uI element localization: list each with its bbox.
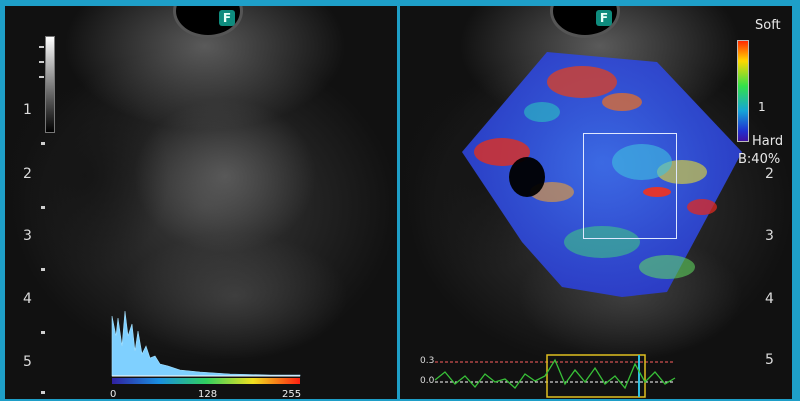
histogram-scale-mid: 128 [198, 389, 218, 399]
histogram-scale-max: 255 [282, 389, 302, 399]
histogram-icon: 0 128 255 [110, 306, 302, 399]
depth-tick [41, 391, 45, 394]
graph-label-upper: 0.3 [420, 356, 435, 366]
depth-label: 1 [23, 102, 32, 118]
depth-label: 5 [765, 352, 774, 368]
gain-tick [39, 46, 44, 48]
gain-tick [39, 61, 44, 63]
bmode-panel[interactable]: F 1 2 3 4 5 0 128 255 [5, 6, 397, 399]
hard-label: Hard [752, 134, 784, 149]
orientation-marker: F [596, 10, 612, 26]
strain-graph-icon: 0.3 0.0 [410, 354, 680, 399]
depth-label: 2 [23, 166, 32, 182]
histogram-scale-min: 0 [110, 389, 117, 399]
depth-label: 5 [23, 354, 32, 370]
depth-label: 3 [23, 228, 32, 244]
colorbar-mark: 1 [758, 100, 766, 114]
graph-label-lower: 0.0 [420, 376, 435, 386]
depth-tick [41, 268, 45, 271]
depth-label: 4 [23, 291, 32, 307]
depth-label: 3 [765, 228, 774, 244]
color-scale-icon [737, 40, 749, 142]
gain-tick [39, 76, 44, 78]
depth-label: 2 [765, 166, 774, 182]
depth-tick [41, 331, 45, 334]
elastography-panel[interactable]: F Soft 1 Hard B:40% 2 3 4 5 0.3 0.0 [400, 6, 792, 399]
grayscale-bar-icon [45, 36, 55, 133]
depth-label: 4 [765, 291, 774, 307]
soft-label: Soft [755, 18, 781, 33]
roi-box-icon[interactable] [583, 133, 677, 239]
strain-percentage: B:40% [738, 152, 781, 167]
depth-tick [41, 142, 45, 145]
depth-tick [41, 206, 45, 209]
orientation-marker: F [219, 10, 235, 26]
